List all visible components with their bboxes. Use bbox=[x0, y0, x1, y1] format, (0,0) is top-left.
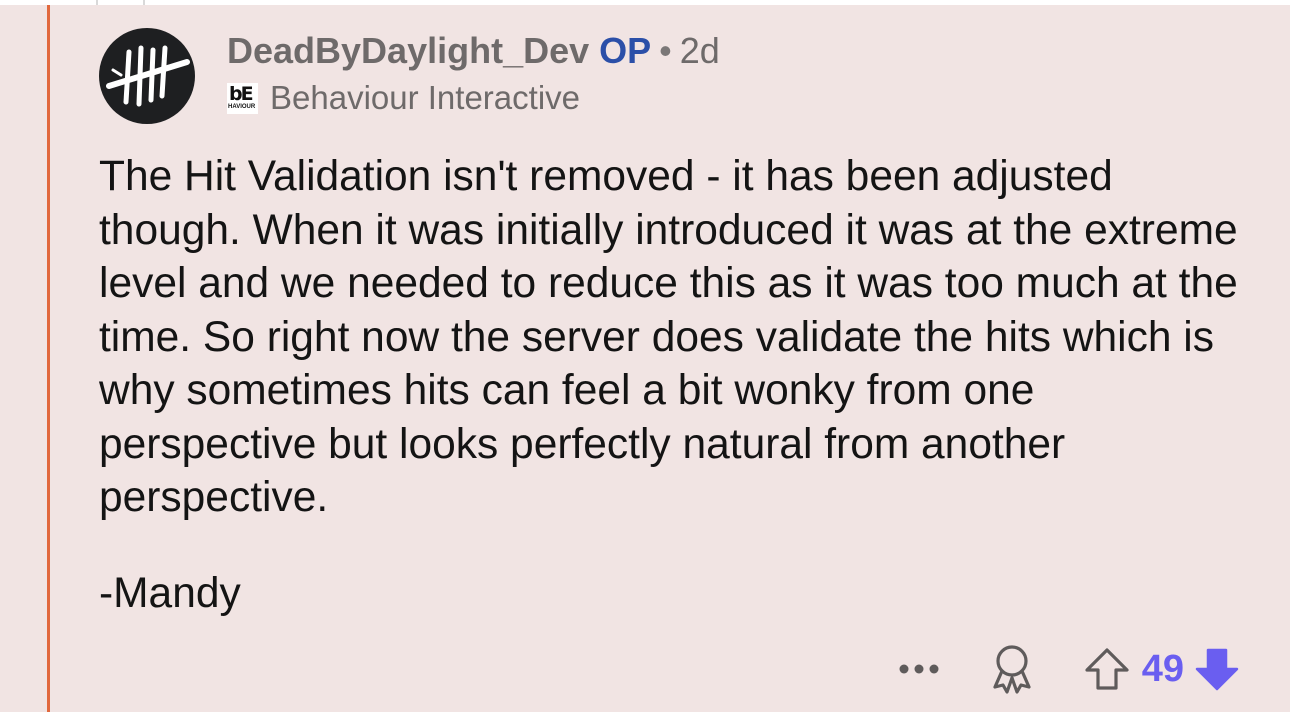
op-badge: OP bbox=[599, 30, 652, 71]
dead-by-daylight-logo-icon bbox=[106, 45, 190, 107]
author-line: DeadByDaylight_Dev OP • 2d bbox=[227, 30, 720, 72]
comment-paragraph: The Hit Validation isn't removed - it ha… bbox=[99, 153, 1238, 521]
more-horizontal-icon[interactable] bbox=[896, 646, 942, 692]
strip-divider bbox=[96, 0, 98, 5]
comment-body: The Hit Validation isn't removed - it ha… bbox=[99, 150, 1259, 620]
flair-logo-text: bE bbox=[229, 82, 254, 105]
author-name[interactable]: DeadByDaylight_Dev bbox=[227, 30, 589, 71]
downvote-arrow-icon[interactable] bbox=[1192, 644, 1242, 694]
strip-divider bbox=[143, 0, 145, 5]
user-flair: bE HAVIOUR Behaviour Interactive bbox=[227, 78, 580, 118]
meta-separator: • bbox=[659, 30, 672, 71]
avatar[interactable] bbox=[99, 28, 195, 124]
top-strip bbox=[0, 0, 1290, 5]
flair-logo-subtext: HAVIOUR bbox=[228, 103, 256, 110]
behaviour-logo-icon: bE HAVIOUR bbox=[227, 82, 258, 114]
comment-actions: 49 bbox=[896, 641, 1242, 697]
comment-header: DeadByDaylight_Dev OP • 2d bE HAVIOUR Behav… bbox=[99, 26, 1259, 126]
comment-age: 2d bbox=[679, 30, 720, 71]
award-icon[interactable] bbox=[986, 641, 1038, 697]
comment-signature: -Mandy bbox=[99, 569, 241, 617]
flair-text: Behaviour Interactive bbox=[270, 79, 581, 116]
vote-score: 49 bbox=[1141, 648, 1184, 690]
upvote-arrow-icon[interactable] bbox=[1082, 644, 1132, 694]
thread-line[interactable] bbox=[47, 5, 50, 712]
comment: DeadByDaylight_Dev OP • 2d bE HAVIOUR Behav… bbox=[99, 26, 1259, 620]
